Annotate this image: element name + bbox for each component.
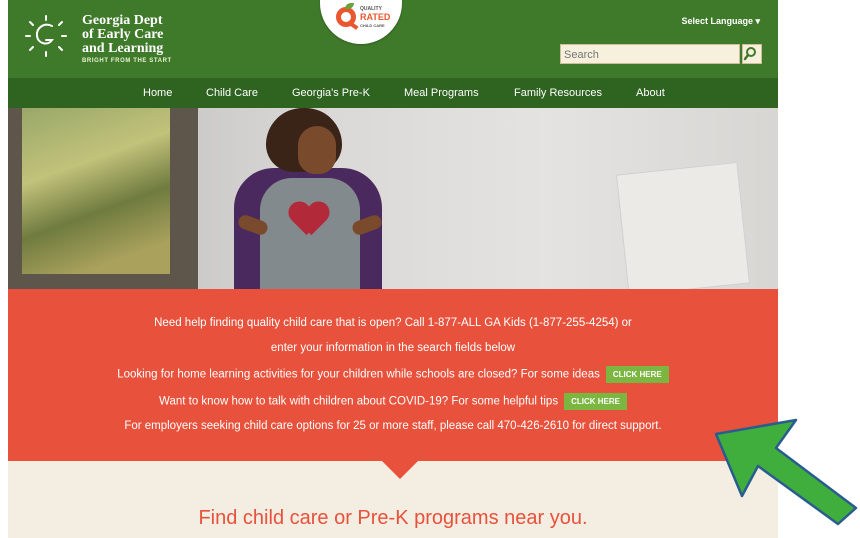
panel-pointer-triangle — [382, 461, 418, 479]
find-programs-heading: Find child care or Pre-K programs near y… — [198, 507, 588, 529]
help-line-2: enter your information in the search fie… — [270, 342, 516, 354]
sun-logo-icon — [25, 15, 67, 57]
logo-line-3: and Learning — [82, 41, 164, 56]
home-learning-click-here-button[interactable]: CLICK HERE — [605, 366, 669, 383]
nav-georgias-pre-k[interactable]: Georgia's Pre-K — [292, 87, 370, 99]
leaf-icon — [345, 3, 354, 9]
hero-image — [8, 108, 778, 289]
nav-meal-programs[interactable]: Meal Programs — [404, 87, 479, 99]
select-language-dropdown[interactable]: Select Language ▾ — [681, 16, 760, 27]
logo-line-2: of Early Care — [82, 27, 164, 42]
search-field[interactable] — [560, 44, 740, 64]
help-line-1: Need help finding quality child care tha… — [154, 317, 632, 329]
covid-talk-text: Want to know how to talk with children a… — [159, 395, 559, 408]
decal-logo[interactable]: Georgia Dept of Early Care and Learning … — [24, 12, 194, 68]
wall-painting — [8, 108, 198, 289]
search-button[interactable] — [742, 44, 762, 64]
home-learning-text: Looking for home learning activities for… — [117, 368, 600, 381]
logo-name: Georgia Dept of Early Care and Learning — [82, 14, 163, 56]
search-icon — [743, 47, 756, 61]
help-info-panel: Need help finding quality child care tha… — [8, 289, 778, 461]
site-header: Georgia Dept of Early Care and Learning … — [8, 0, 778, 78]
nav-family-resources[interactable]: Family Resources — [514, 87, 602, 99]
logo-line-1: Georgia Dept — [82, 13, 163, 28]
annotation-arrow-icon — [714, 418, 858, 526]
nav-about[interactable]: About — [636, 87, 665, 99]
quality-rated-middle: RATED — [360, 12, 391, 22]
quality-rated-badge[interactable]: QUALITY RATED CHILD CARE — [320, 0, 402, 44]
quality-rated-bottom: CHILD CARE — [360, 23, 385, 28]
main-nav: Home Child Care Georgia's Pre-K Meal Pro… — [8, 78, 778, 108]
covid-tips-click-here-button[interactable]: CLICK HERE — [564, 393, 627, 410]
help-line-4: Want to know how to talk with children a… — [8, 393, 778, 410]
logo-tagline: BRIGHT FROM THE START — [82, 58, 172, 64]
search-input[interactable] — [564, 48, 734, 62]
quality-rated-q-tail — [349, 22, 359, 30]
help-line-5: For employers seeking child care options… — [124, 420, 662, 432]
nav-home[interactable]: Home — [143, 87, 172, 99]
painting-canvas — [22, 108, 170, 274]
child-face — [298, 126, 336, 174]
wall-drawing — [615, 161, 751, 289]
page-frame: Georgia Dept of Early Care and Learning … — [8, 0, 778, 538]
help-line-3: Looking for home learning activities for… — [8, 366, 778, 383]
nav-child-care[interactable]: Child Care — [206, 87, 258, 99]
